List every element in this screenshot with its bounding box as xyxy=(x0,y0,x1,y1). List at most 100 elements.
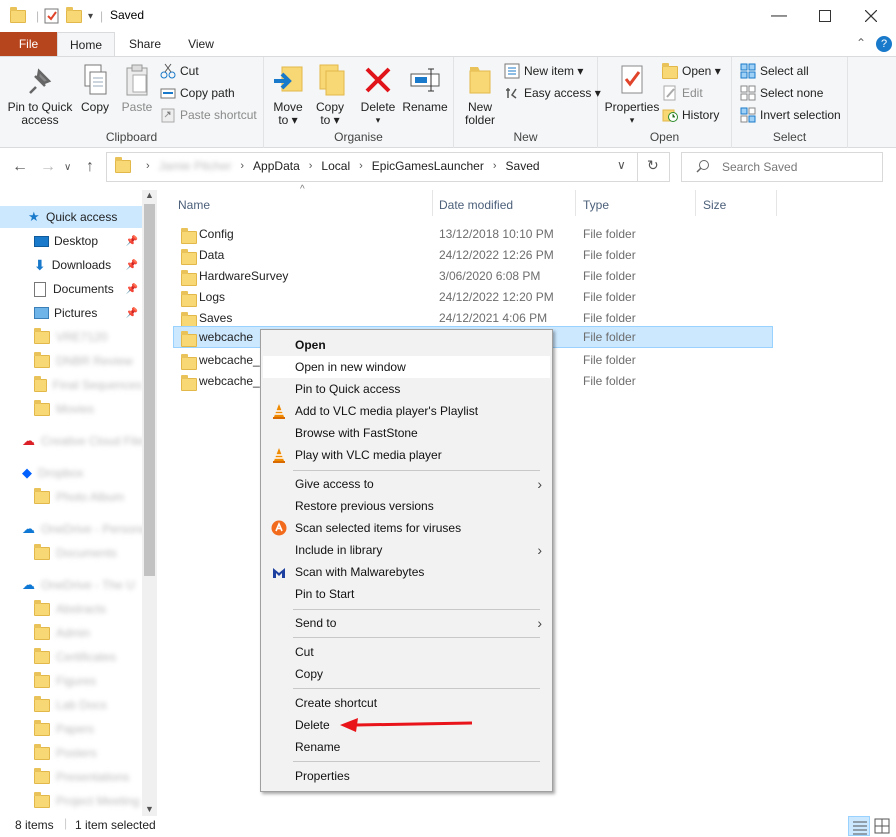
scrollbar-thumb[interactable] xyxy=(144,204,155,576)
properties-button[interactable]: Properties ▾ xyxy=(604,59,660,127)
nav-item-blurred[interactable]: Figures xyxy=(0,670,142,692)
column-name[interactable]: Name xyxy=(178,194,210,216)
rename-button[interactable]: Rename xyxy=(402,59,448,114)
address-bar[interactable]: › Jamie Pitcher › AppData › Local › Epic… xyxy=(106,152,670,182)
nav-desktop[interactable]: Desktop 📌 xyxy=(0,230,142,252)
column-size[interactable]: Size xyxy=(703,194,726,216)
nav-item-blurred[interactable]: Photo Album xyxy=(0,486,142,508)
properties-quick-icon[interactable] xyxy=(44,6,60,26)
nav-item-blurred[interactable]: Abstracts xyxy=(0,598,142,620)
search-box[interactable]: Search Saved xyxy=(681,152,883,182)
breadcrumb-user[interactable]: Jamie Pitcher xyxy=(159,159,232,173)
file-row[interactable]: Config 13/12/2018 10:10 PM File folder xyxy=(174,224,774,245)
details-view-button[interactable] xyxy=(848,816,870,836)
menu-open-new-window[interactable]: Open in new window xyxy=(263,356,550,378)
menu-restore-previous[interactable]: Restore previous versions xyxy=(263,495,550,517)
help-icon[interactable]: ? xyxy=(876,36,892,52)
menu-rename[interactable]: Rename xyxy=(263,736,550,758)
breadcrumb-appdata[interactable]: AppData xyxy=(253,159,300,173)
nav-item-blurred[interactable]: Movies xyxy=(0,398,142,420)
menu-pin-start[interactable]: Pin to Start xyxy=(263,583,550,605)
refresh-icon[interactable]: ↻ xyxy=(647,157,659,174)
nav-quick-access[interactable]: ★ Quick access xyxy=(0,206,142,228)
nav-item-blurred[interactable]: VRE7120 xyxy=(0,326,142,348)
file-row[interactable]: HardwareSurvey 3/06/2020 6:08 PM File fold… xyxy=(174,266,774,287)
nav-scrollbar[interactable]: ▲ ▼ xyxy=(142,190,157,816)
nav-documents[interactable]: Documents 📌 xyxy=(0,278,142,300)
column-divider[interactable] xyxy=(432,190,433,216)
breadcrumb-saved[interactable]: Saved xyxy=(506,159,540,173)
delete-ribbon-button[interactable]: Delete ▾ xyxy=(358,59,398,127)
scroll-down-icon[interactable]: ▼ xyxy=(145,804,154,814)
up-arrow-icon[interactable]: ↑ xyxy=(86,158,94,176)
tab-file[interactable]: File xyxy=(0,32,57,56)
select-none-button[interactable]: Select none xyxy=(740,83,823,103)
menu-open[interactable]: Open xyxy=(263,334,550,356)
column-divider[interactable] xyxy=(695,190,696,216)
menu-faststone[interactable]: Browse with FastStone xyxy=(263,422,550,444)
copy-button[interactable]: Copy xyxy=(76,59,114,114)
menu-cut[interactable]: Cut xyxy=(263,641,550,663)
back-arrow-icon[interactable]: ← xyxy=(12,158,28,176)
minimize-ribbon-icon[interactable]: ⌃ xyxy=(856,36,866,50)
column-divider[interactable] xyxy=(776,190,777,216)
edit-button[interactable]: Edit xyxy=(662,83,703,103)
large-icons-view-button[interactable] xyxy=(872,816,892,836)
pin-quick-access-button[interactable]: Pin to Quick access xyxy=(4,59,76,127)
paste-shortcut-button[interactable]: Paste shortcut xyxy=(160,105,257,125)
nav-item-blurred[interactable]: Papers xyxy=(0,718,142,740)
paste-button[interactable]: Paste xyxy=(118,59,156,114)
column-type[interactable]: Type xyxy=(583,194,609,216)
nav-item-blurred[interactable]: ◆ Dropbox xyxy=(0,462,142,484)
history-button[interactable]: History xyxy=(662,105,719,125)
nav-item-blurred[interactable]: Posters xyxy=(0,742,142,764)
open-button[interactable]: Open ▾ xyxy=(662,61,721,81)
nav-item-blurred[interactable]: ☁ OneDrive - The U xyxy=(0,574,142,596)
new-folder-quick-icon[interactable] xyxy=(66,6,82,26)
menu-include-library[interactable]: Include in library › xyxy=(263,539,550,561)
menu-malwarebytes[interactable]: Scan with Malwarebytes xyxy=(263,561,550,583)
easy-access-button[interactable]: Easy access ▾ xyxy=(504,83,601,103)
move-to-button[interactable]: Move to ▾ xyxy=(268,59,308,127)
tab-home[interactable]: Home xyxy=(57,32,115,56)
nav-item-blurred[interactable]: ☁ Creative Cloud Files xyxy=(0,430,142,452)
nav-downloads[interactable]: ⬇ Downloads 📌 xyxy=(0,254,142,276)
new-folder-button[interactable]: New folder xyxy=(458,59,502,127)
nav-item-blurred[interactable]: ☁ OneDrive - Personal xyxy=(0,518,142,540)
maximize-button[interactable] xyxy=(802,0,848,32)
new-item-button[interactable]: New item ▾ xyxy=(504,61,583,81)
menu-create-shortcut[interactable]: Create shortcut xyxy=(263,692,550,714)
customize-quick-access-icon[interactable]: ▾ xyxy=(88,6,93,26)
recent-locations-icon[interactable]: ∨ xyxy=(64,162,71,173)
select-all-button[interactable]: Select all xyxy=(740,61,809,81)
breadcrumb-epicgameslauncher[interactable]: EpicGamesLauncher xyxy=(372,159,484,173)
tab-view[interactable]: View xyxy=(178,32,224,56)
file-row[interactable]: Data 24/12/2022 12:26 PM File folder xyxy=(174,245,774,266)
menu-scan-viruses[interactable]: Scan selected items for viruses xyxy=(263,517,550,539)
nav-item-blurred[interactable]: Admin xyxy=(0,622,142,644)
nav-pictures[interactable]: Pictures 📌 xyxy=(0,302,142,324)
invert-selection-button[interactable]: Invert selection xyxy=(740,105,841,125)
nav-item-blurred[interactable]: Documents xyxy=(0,542,142,564)
menu-copy[interactable]: Copy xyxy=(263,663,550,685)
tab-share[interactable]: Share xyxy=(120,32,170,56)
search-input[interactable]: Search Saved xyxy=(722,160,797,174)
file-row[interactable]: Logs 24/12/2022 12:20 PM File folder xyxy=(174,287,774,308)
menu-properties[interactable]: Properties xyxy=(263,765,550,787)
nav-item-blurred[interactable]: Presentations xyxy=(0,766,142,788)
minimize-button[interactable]: — xyxy=(756,0,802,32)
copy-to-button[interactable]: Copy to ▾ xyxy=(310,59,350,127)
nav-item-blurred[interactable]: Lab Docs xyxy=(0,694,142,716)
nav-item-blurred[interactable]: Certificates xyxy=(0,646,142,668)
nav-item-blurred[interactable]: Project Meeting xyxy=(0,790,142,812)
column-date[interactable]: Date modified xyxy=(439,194,513,216)
cut-button[interactable]: Cut xyxy=(160,61,199,81)
column-divider[interactable] xyxy=(575,190,576,216)
menu-send-to[interactable]: Send to › xyxy=(263,612,550,634)
forward-arrow-icon[interactable]: → xyxy=(40,158,56,176)
address-dropdown-icon[interactable]: ∨ xyxy=(617,158,626,172)
nav-item-blurred[interactable]: DNBR Review xyxy=(0,350,142,372)
menu-pin-quick-access[interactable]: Pin to Quick access xyxy=(263,378,550,400)
copy-path-button[interactable]: Copy path xyxy=(160,83,235,103)
menu-vlc-play[interactable]: Play with VLC media player xyxy=(263,444,550,466)
